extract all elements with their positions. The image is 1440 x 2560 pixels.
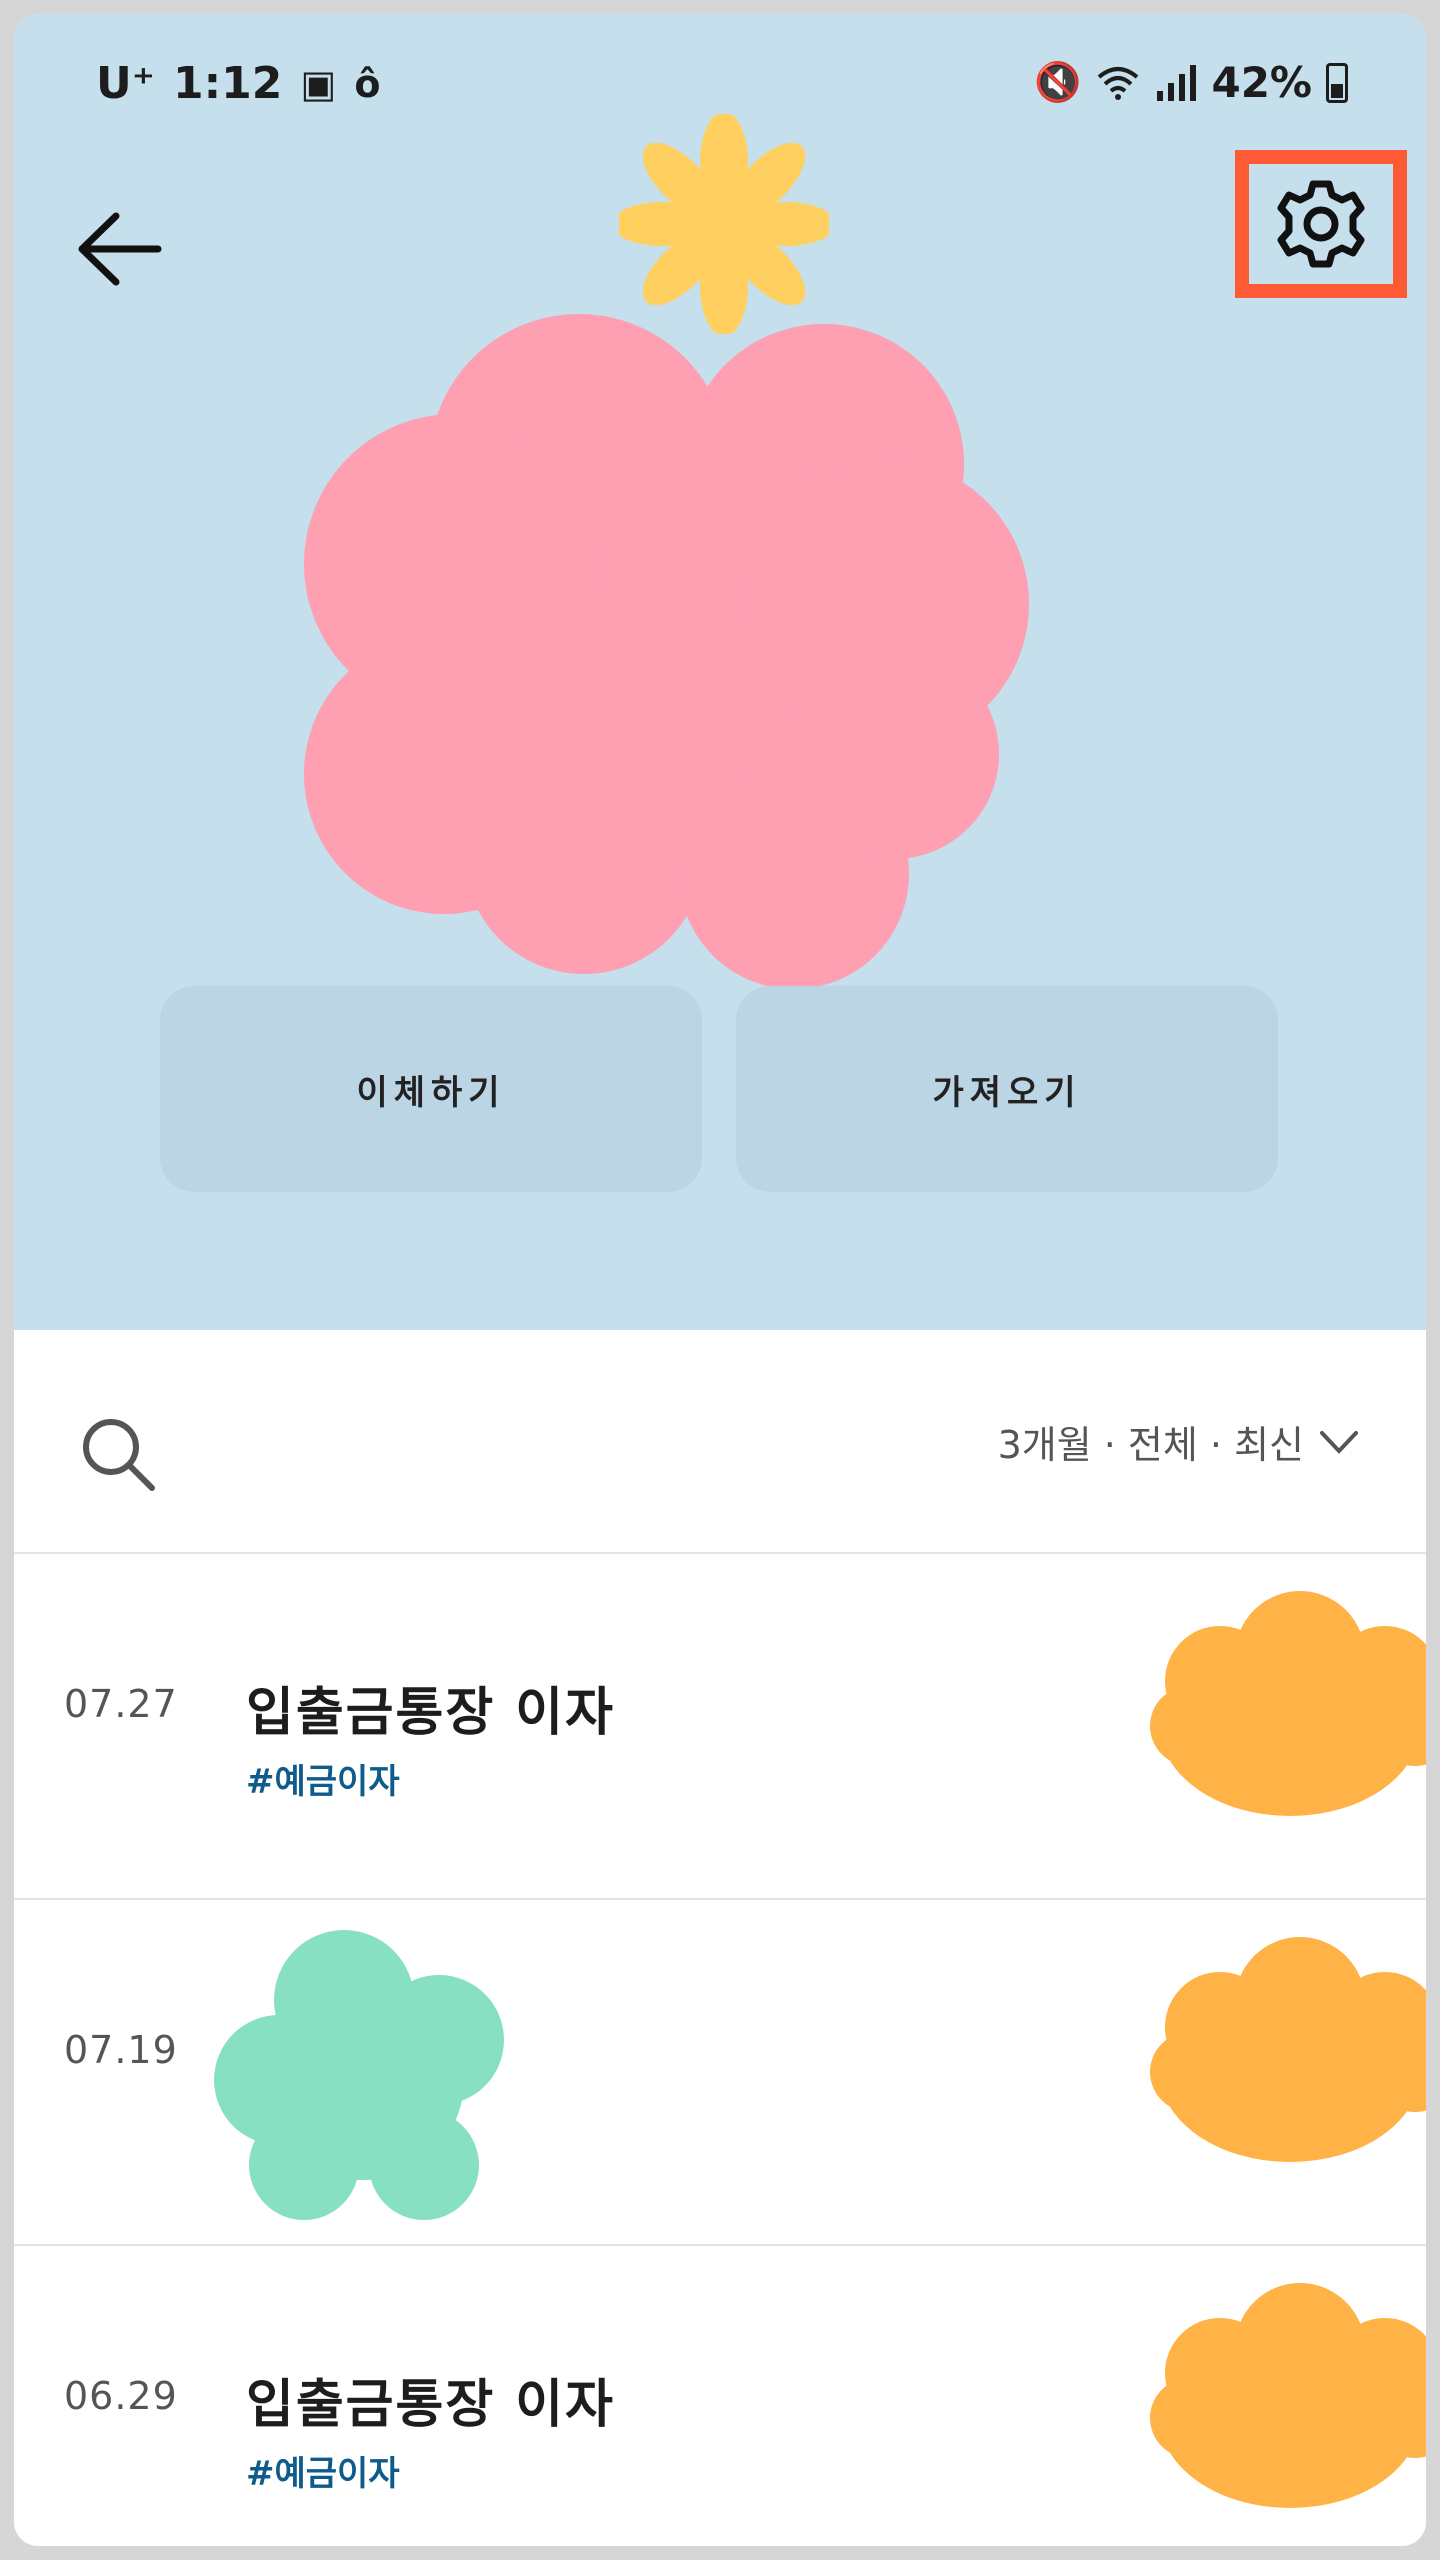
status-right: 🔇 42% — [1034, 58, 1348, 107]
transaction-tag[interactable]: #예금이자 — [246, 1754, 400, 1803]
fetch-button[interactable]: 가져오기 — [736, 986, 1278, 1192]
transfer-button[interactable]: 이체하기 — [160, 986, 702, 1192]
transaction-title: 입출금통장 이자 — [246, 2375, 615, 2435]
back-arrow-icon — [78, 212, 162, 286]
transaction-title: 입출금통장 이자 — [246, 1683, 615, 1743]
carrier-label: U⁺ — [96, 58, 155, 109]
transaction-row[interactable]: 07.19 — [14, 1900, 1426, 2246]
period-filter-dropdown[interactable]: 3개월 · 전체 · 최신 — [998, 1414, 1360, 1469]
orange-sticker — [1150, 2283, 1426, 2508]
wifi-icon — [1098, 66, 1139, 100]
filter-label: 3개월 · 전체 · 최신 — [997, 1423, 1304, 1467]
battery-icon — [1326, 62, 1348, 103]
back-button[interactable] — [64, 194, 174, 304]
account-hero: U⁺ 1:12 ▣ ô 🔇 42% 이체하기 가져오기 — [14, 14, 1426, 1330]
app-screen: U⁺ 1:12 ▣ ô 🔇 42% 이체하기 가져오기 3개월 · 전체 · 최… — [14, 14, 1426, 2546]
orange-sticker — [1150, 1937, 1426, 2162]
battery-percent: 42% — [1211, 58, 1312, 107]
orange-sticker — [1150, 1591, 1426, 1816]
green-sticker — [214, 1930, 504, 2220]
list-filter-bar: 3개월 · 전체 · 최신 — [14, 1330, 1426, 1554]
chevron-down-icon — [1320, 1430, 1358, 1454]
transaction-row[interactable]: 06.29 입출금통장 이자 #예금이자 — [14, 2246, 1426, 2546]
yellow-sticker — [619, 114, 829, 334]
gear-icon — [1277, 180, 1365, 268]
mute-icon: 🔇 — [1034, 60, 1082, 104]
transaction-date: 06.29 — [64, 2374, 178, 2418]
signal-icon — [1157, 64, 1197, 101]
notification-icon: ô — [354, 61, 381, 106]
status-time: 1:12 — [172, 58, 283, 109]
search-button[interactable] — [74, 1410, 164, 1500]
settings-button[interactable] — [1235, 150, 1407, 298]
image-icon: ▣ — [300, 61, 337, 106]
transaction-tag[interactable]: #예금이자 — [246, 2446, 400, 2495]
transaction-date: 07.27 — [64, 1682, 178, 1726]
transaction-date: 07.19 — [64, 2028, 178, 2072]
pink-sticker — [304, 314, 1029, 989]
search-icon — [83, 1419, 155, 1491]
transaction-row[interactable]: 07.27 입출금통장 이자 #예금이자 — [14, 1554, 1426, 1900]
status-left: U⁺ 1:12 ▣ ô — [96, 58, 380, 109]
